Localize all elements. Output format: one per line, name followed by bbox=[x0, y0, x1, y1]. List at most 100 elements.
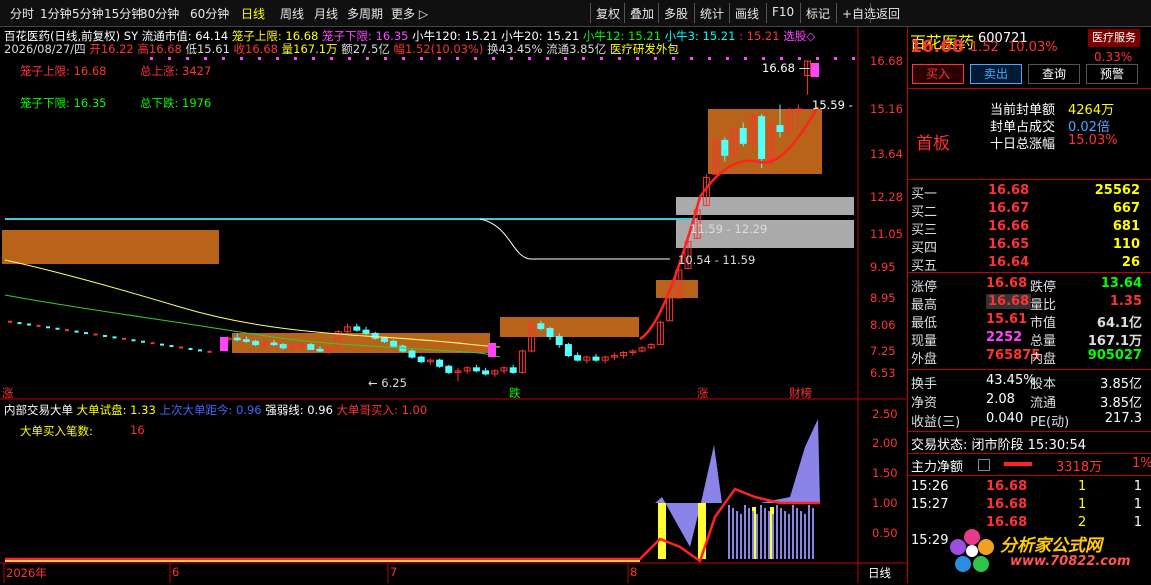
early-candle bbox=[84, 332, 88, 335]
sub-bar bbox=[784, 511, 786, 559]
stat-value: 43.45% bbox=[986, 373, 1036, 388]
price-axis-label: 15.16 bbox=[870, 102, 903, 116]
candle-body bbox=[362, 329, 370, 334]
stat-value: 16.68 bbox=[986, 294, 1032, 309]
kline-chart[interactable] bbox=[0, 27, 906, 583]
sub-bar bbox=[756, 514, 758, 559]
period-tab-3[interactable]: 15分钟 bbox=[104, 5, 143, 22]
stat-label: PE(动) bbox=[1030, 415, 1070, 430]
stat-label: 外盘 bbox=[911, 352, 938, 367]
tool-button-5[interactable]: F10 bbox=[772, 5, 794, 19]
signal-dot bbox=[258, 57, 261, 60]
period-tab-1[interactable]: 1分钟 bbox=[40, 5, 72, 22]
tick-volume: 1 bbox=[1078, 479, 1087, 494]
early-candle bbox=[150, 342, 155, 345]
marker-square bbox=[220, 337, 228, 351]
quote-row: 现量 2252 总量 167.1万 bbox=[908, 330, 1151, 349]
alert-button[interactable]: 预警 bbox=[1086, 64, 1138, 84]
buy-button[interactable]: 买入 bbox=[912, 64, 964, 84]
chart-area[interactable]: 百花医药(日线,前复权) SY 流通市值: 64.14 笼子上限: 16.68 … bbox=[0, 27, 906, 583]
price-change: 1.52 bbox=[970, 40, 999, 55]
ohlc-info-line: 2026/08/27/四 开16.22 高16.68 低15.61 收16.68… bbox=[4, 41, 679, 57]
sub-items-item: 大单哥买入: 1.00 bbox=[332, 403, 428, 417]
signal-dot bbox=[402, 57, 405, 60]
stat-value: 905027 bbox=[1087, 348, 1142, 363]
tool-button-8[interactable]: 返回 bbox=[876, 5, 900, 22]
stat-value: 15.61 bbox=[986, 312, 1028, 327]
early-candle bbox=[131, 339, 136, 342]
signal-dot bbox=[348, 57, 351, 60]
period-tab-2[interactable]: 5分钟 bbox=[72, 5, 104, 22]
period-tab-0[interactable]: 分时 bbox=[10, 5, 34, 22]
sub-bar bbox=[752, 511, 754, 559]
price-axis-label: 8.95 bbox=[870, 291, 896, 305]
toolbar-separator bbox=[590, 3, 591, 23]
signal-dot bbox=[690, 57, 693, 60]
candle-body bbox=[353, 326, 361, 331]
signal-dot bbox=[654, 57, 657, 60]
candle-body bbox=[279, 344, 287, 349]
logo-url: www.70822.com bbox=[1010, 554, 1131, 569]
period-tab-7[interactable]: 周线 bbox=[280, 5, 304, 22]
period-tab-6[interactable]: 日线 bbox=[241, 5, 265, 22]
signal-dot bbox=[564, 57, 567, 60]
signal-dot bbox=[240, 57, 243, 60]
quote-row: 15:26 16.68 1 1 bbox=[908, 479, 1151, 497]
candle-body bbox=[509, 367, 517, 373]
tool-button-4[interactable]: 画线 bbox=[735, 5, 759, 22]
candle-body bbox=[537, 323, 545, 330]
bid-price: 16.65 bbox=[988, 237, 1030, 252]
early-candle bbox=[65, 329, 69, 332]
period-tab-10[interactable]: 更多 ▷ bbox=[391, 5, 428, 22]
quote-row: 涨停 16.68 跌停 13.64 bbox=[908, 276, 1151, 295]
candle-body bbox=[390, 340, 398, 347]
early-candle bbox=[36, 324, 41, 327]
quote-row: 买二 16.67 667 bbox=[908, 201, 1151, 220]
stat-value: 2252 bbox=[986, 330, 1023, 345]
early-candle bbox=[74, 330, 79, 333]
quote-row: 外盘 765875 内盘 905027 bbox=[908, 348, 1151, 367]
stat-label: 最高 bbox=[911, 298, 938, 313]
sub-bar bbox=[804, 514, 806, 559]
tool-button-0[interactable]: 复权 bbox=[596, 5, 620, 22]
candle-body bbox=[445, 365, 453, 373]
price-axis-label: 9.95 bbox=[870, 260, 896, 274]
signal-dot bbox=[798, 57, 801, 60]
period-tab-8[interactable]: 月线 bbox=[314, 5, 338, 22]
toolbar-separator bbox=[836, 3, 837, 23]
info-line2-item: 高16.68 bbox=[133, 42, 182, 56]
query-button[interactable]: 查询 bbox=[1028, 64, 1080, 84]
early-candle bbox=[46, 326, 50, 329]
zone-box bbox=[656, 280, 698, 298]
time-axis-label: 2026年 bbox=[6, 566, 47, 580]
bid-label: 买二 bbox=[911, 205, 938, 220]
period-label[interactable]: 日线 bbox=[868, 565, 891, 581]
gray-zone-box bbox=[676, 197, 854, 215]
period-tab-5[interactable]: 60分钟 bbox=[190, 5, 229, 22]
early-candle bbox=[207, 350, 212, 353]
period-tab-4[interactable]: 30分钟 bbox=[140, 5, 179, 22]
signal-dot bbox=[708, 57, 711, 60]
stat-label: 内盘 bbox=[1030, 352, 1057, 367]
big-order-count-label: 大单买入笔数: bbox=[20, 424, 93, 438]
candle-body bbox=[721, 139, 729, 156]
sub-bar bbox=[812, 508, 814, 559]
early-candle bbox=[27, 323, 31, 326]
tool-button-6[interactable]: 标记 bbox=[806, 5, 830, 22]
bid-label: 买一 bbox=[911, 187, 938, 202]
candle-body bbox=[436, 359, 444, 367]
period-tab-9[interactable]: 多周期 bbox=[347, 5, 383, 22]
box-top-annotation: 15.59 - bbox=[812, 98, 853, 112]
stat-label: 流通 bbox=[1030, 396, 1057, 411]
sub-indicator-line: 大单试盘: 1.33 上次大单距今: 0.96 强弱线: 0.96 大单哥买入:… bbox=[77, 403, 428, 417]
price-axis-label: 16.68 bbox=[870, 54, 903, 68]
trade-status: 交易状态: 闭市阶段 15:30:54 bbox=[911, 438, 1087, 453]
zone-box bbox=[2, 230, 219, 264]
sub-axis-label: 2.50 bbox=[872, 407, 898, 421]
menu-icon[interactable] bbox=[978, 459, 990, 471]
tool-button-3[interactable]: 统计 bbox=[700, 5, 724, 22]
sell-button[interactable]: 卖出 bbox=[970, 64, 1022, 84]
tool-button-2[interactable]: 多股 bbox=[664, 5, 688, 22]
signal-dot bbox=[636, 57, 639, 60]
tool-button-1[interactable]: 叠加 bbox=[630, 5, 654, 22]
